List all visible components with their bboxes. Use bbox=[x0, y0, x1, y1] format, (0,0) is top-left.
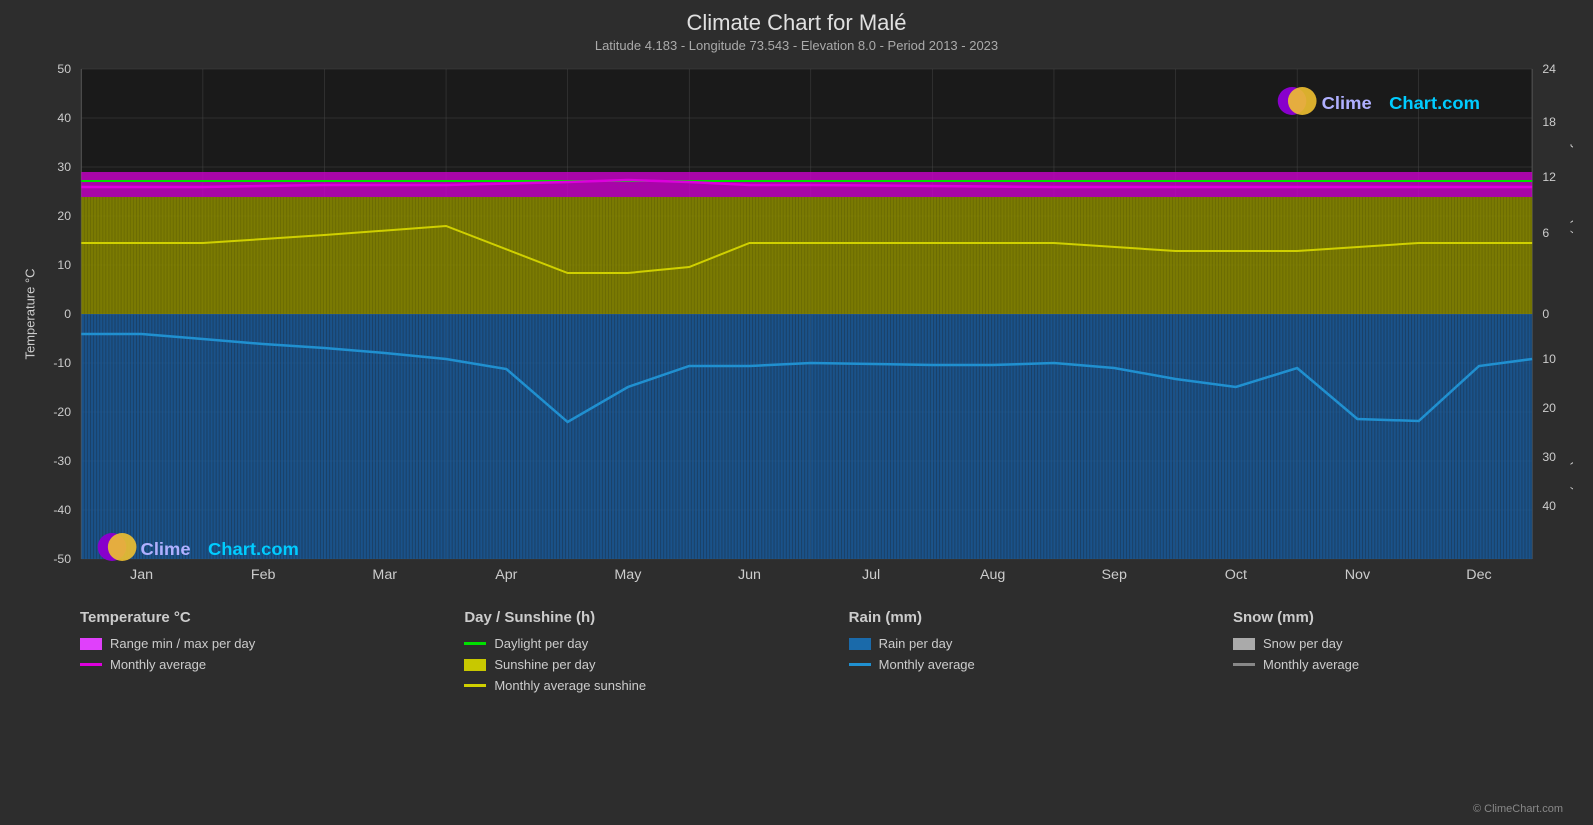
legend-sunshine-avg: Monthly average sunshine bbox=[464, 678, 744, 693]
svg-text:Rain / Snow (mm): Rain / Snow (mm) bbox=[1570, 387, 1573, 491]
legend-temp-range: Range min / max per day bbox=[80, 636, 360, 651]
svg-text:-20: -20 bbox=[53, 405, 71, 419]
svg-text:Temperature °C: Temperature °C bbox=[22, 268, 37, 359]
legend-snow-avg-label: Monthly average bbox=[1263, 657, 1359, 672]
svg-text:-30: -30 bbox=[53, 454, 71, 468]
svg-text:0: 0 bbox=[64, 307, 71, 321]
legend-temp-avg-label: Monthly average bbox=[110, 657, 206, 672]
svg-text:Nov: Nov bbox=[1345, 566, 1371, 582]
svg-text:10: 10 bbox=[57, 258, 71, 272]
legend-temp-range-label: Range min / max per day bbox=[110, 636, 255, 651]
svg-text:May: May bbox=[614, 566, 642, 582]
svg-text:Mar: Mar bbox=[372, 566, 397, 582]
svg-text:6: 6 bbox=[1542, 226, 1549, 240]
rain-swatch bbox=[849, 638, 871, 650]
legend-rain: Rain (mm) Rain per day Monthly average bbox=[849, 609, 1129, 693]
svg-text:Oct: Oct bbox=[1225, 566, 1247, 582]
svg-text:40: 40 bbox=[57, 111, 71, 125]
svg-text:30: 30 bbox=[1542, 450, 1556, 464]
svg-text:18: 18 bbox=[1542, 115, 1556, 129]
svg-text:Aug: Aug bbox=[980, 566, 1005, 582]
legend-snow-day: Snow per day bbox=[1233, 636, 1513, 651]
svg-text:10: 10 bbox=[1542, 352, 1556, 366]
legend-sunshine-title: Day / Sunshine (h) bbox=[464, 609, 744, 626]
svg-text:Jun: Jun bbox=[738, 566, 761, 582]
svg-text:-10: -10 bbox=[53, 356, 71, 370]
temp-range-swatch bbox=[80, 638, 102, 650]
legend-rain-avg-label: Monthly average bbox=[879, 657, 975, 672]
svg-text:24: 24 bbox=[1542, 62, 1556, 76]
svg-text:20: 20 bbox=[1542, 401, 1556, 415]
legend-sunshine-avg-label: Monthly average sunshine bbox=[494, 678, 646, 693]
legend-area: Temperature °C Range min / max per day M… bbox=[20, 597, 1573, 693]
legend-snow-title: Snow (mm) bbox=[1233, 609, 1513, 626]
legend-rain-day: Rain per day bbox=[849, 636, 1129, 651]
chart-title: Climate Chart for Malé bbox=[20, 10, 1573, 36]
legend-daylight-label: Daylight per day bbox=[494, 636, 588, 651]
legend-rain-title: Rain (mm) bbox=[849, 609, 1129, 626]
rain-avg-line bbox=[849, 663, 871, 666]
svg-text:40: 40 bbox=[1542, 499, 1556, 513]
legend-snow: Snow (mm) Snow per day Monthly average bbox=[1233, 609, 1513, 693]
svg-text:Jul: Jul bbox=[862, 566, 880, 582]
sunshine-swatch bbox=[464, 659, 486, 671]
legend-sunshine-day: Sunshine per day bbox=[464, 657, 744, 672]
daylight-line bbox=[464, 642, 486, 645]
legend-snow-avg: Monthly average bbox=[1233, 657, 1513, 672]
svg-text:12: 12 bbox=[1542, 170, 1556, 184]
legend-rain-avg: Monthly average bbox=[849, 657, 1129, 672]
chart-container: Climate Chart for Malé Latitude 4.183 - … bbox=[0, 0, 1593, 825]
snow-avg-line bbox=[1233, 663, 1255, 666]
legend-rain-day-label: Rain per day bbox=[879, 636, 953, 651]
legend-sunshine-day-label: Sunshine per day bbox=[494, 657, 595, 672]
svg-text:Chart.com: Chart.com bbox=[208, 539, 299, 559]
chart-svg: Jan Feb Mar Apr May Jun Jul Aug Sep Oct … bbox=[20, 59, 1573, 589]
legend-daylight: Daylight per day bbox=[464, 636, 744, 651]
svg-text:Chart.com: Chart.com bbox=[1389, 93, 1480, 113]
chart-subtitle: Latitude 4.183 - Longitude 73.543 - Elev… bbox=[20, 38, 1573, 53]
legend-temperature-title: Temperature °C bbox=[80, 609, 360, 626]
chart-area: Jan Feb Mar Apr May Jun Jul Aug Sep Oct … bbox=[20, 59, 1573, 589]
svg-text:30: 30 bbox=[57, 160, 71, 174]
sunshine-avg-line bbox=[464, 684, 486, 687]
temp-avg-line bbox=[80, 663, 102, 666]
svg-text:Clime: Clime bbox=[141, 539, 191, 559]
svg-text:Sep: Sep bbox=[1102, 566, 1128, 582]
svg-text:50: 50 bbox=[57, 62, 71, 76]
snow-swatch bbox=[1233, 638, 1255, 650]
svg-text:-50: -50 bbox=[53, 552, 71, 566]
svg-text:Dec: Dec bbox=[1466, 566, 1491, 582]
legend-temperature: Temperature °C Range min / max per day M… bbox=[80, 609, 360, 693]
svg-text:Day / Sunshine (h): Day / Sunshine (h) bbox=[1570, 127, 1573, 235]
copyright: © ClimeChart.com bbox=[1473, 803, 1563, 815]
svg-text:Jan: Jan bbox=[130, 566, 153, 582]
legend-temp-avg: Monthly average bbox=[80, 657, 360, 672]
legend-snow-day-label: Snow per day bbox=[1263, 636, 1343, 651]
svg-text:Apr: Apr bbox=[495, 566, 518, 582]
svg-text:Clime: Clime bbox=[1322, 93, 1372, 113]
legend-sunshine: Day / Sunshine (h) Daylight per day Suns… bbox=[464, 609, 744, 693]
svg-text:0: 0 bbox=[1542, 307, 1549, 321]
svg-text:-40: -40 bbox=[53, 503, 71, 517]
svg-text:Feb: Feb bbox=[251, 566, 276, 582]
svg-text:20: 20 bbox=[57, 209, 71, 223]
